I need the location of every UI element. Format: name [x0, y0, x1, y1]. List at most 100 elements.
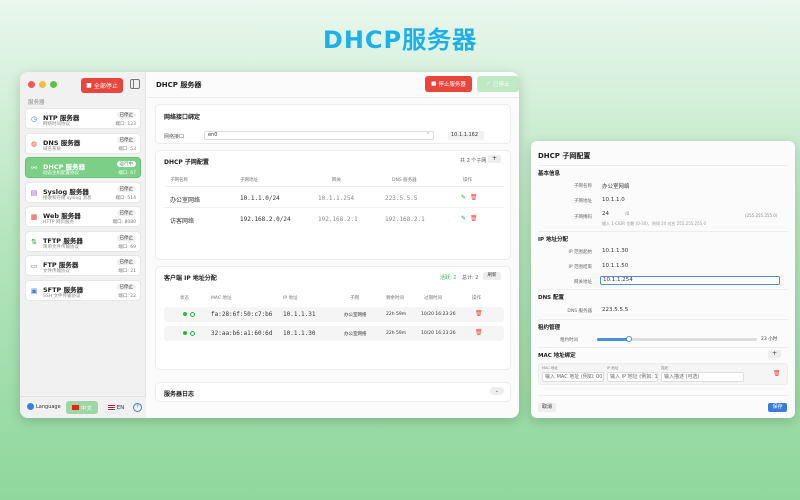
bind-mac-input[interactable]: 输入 MAC 地址 (例如: 00:1	[542, 372, 604, 382]
service-desc: 网络时间协议	[43, 122, 70, 127]
minimize-window-button[interactable]	[39, 81, 46, 88]
save-button[interactable]: 保存	[768, 403, 787, 412]
page-title: DHCP 服务器	[156, 81, 202, 89]
lease-expire: 10/20 16:23:26	[421, 331, 456, 336]
folder-icon: ▭	[30, 262, 38, 270]
cancel-button[interactable]: 取消	[538, 403, 556, 412]
trash-icon[interactable]: 🗑	[475, 310, 483, 317]
stop-all-button[interactable]: ■ 全部停止	[81, 78, 123, 93]
col-mac: MAC 地址	[211, 296, 232, 301]
service-desc: 简单文件传输协议	[43, 244, 79, 250]
service-desc: 动态主机配置协议	[43, 171, 79, 176]
sidebar-item-service[interactable]: ⚯ DHCP 服务器 动态主机配置协议 运行中 端口: 67	[25, 157, 141, 178]
lang-zh-button[interactable]: 中文	[66, 401, 98, 414]
chevron-down-icon[interactable]: ⌄	[490, 387, 504, 395]
check-circle-icon	[190, 311, 195, 317]
service-desc: 文件传输协议	[43, 269, 70, 274]
col-expire: 过期时间	[424, 296, 442, 301]
interface-ip: 10.1.1.162	[448, 131, 484, 140]
lock-icon: ▣	[30, 286, 38, 295]
globe-icon	[27, 403, 34, 410]
binding-row: MAC 地址 IP 地址 描述 输入 MAC 地址 (例如: 00:1 输入 I…	[538, 363, 788, 385]
lease-subnet: 办公室网络	[344, 313, 367, 318]
language-label: Language	[27, 403, 61, 410]
subnet-config-window: DHCP 子网配置 基本信息 子网名称 办公室网络 子网地址 10.1.1.0 …	[531, 141, 795, 418]
interface-header: 网络接口绑定	[164, 114, 201, 121]
add-binding-button[interactable]: +	[768, 350, 781, 358]
help-icon[interactable]: ?	[133, 403, 142, 412]
status-badge: 运行中	[116, 161, 136, 167]
sidebar-item-service[interactable]: ▭ FTP 服务器 文件传输协议 已停止 端口: 21	[25, 255, 141, 276]
sidebar-toggle-icon[interactable]	[130, 79, 140, 89]
sidebar-item-service[interactable]: ◍ DNS 服务器 域名系统 已停止 端口: 53	[25, 132, 141, 154]
interface-select[interactable]: en0	[204, 131, 434, 140]
sidebar-item-service[interactable]: ▦ Web 服务器 HTTP 网页服务 已停止 端口: 8080	[25, 206, 141, 227]
status-badge: 已停止	[116, 210, 136, 216]
service-desc: 域名系统	[43, 146, 61, 152]
refresh-button[interactable]: 刷新	[483, 272, 501, 280]
lease-slider[interactable]	[597, 336, 757, 342]
close-window-button[interactable]	[28, 81, 35, 88]
trash-icon[interactable]: 🗑	[773, 370, 781, 377]
range-start-field[interactable]: 10.1.1.30	[602, 248, 628, 254]
slider-knob[interactable]	[626, 336, 632, 342]
lease-row: 32:aa:b6:a1:60:6d 10.1.1.30 办公室网络 22h 59…	[164, 326, 504, 341]
subnet-row-name: 办公室网络	[170, 197, 201, 204]
status-badge: 已停止	[116, 112, 136, 118]
mask-label: 子网掩码	[574, 215, 592, 220]
trash-icon[interactable]: 🗑	[475, 329, 483, 336]
range-end-field[interactable]: 10.1.1.50	[602, 263, 628, 269]
sidebar-item-service[interactable]: ▣ SFTP 服务器 SSH 文件传输协议 已停止 端口: 22	[25, 279, 141, 301]
gateway-input[interactable]: 10.1.1.254	[600, 276, 780, 285]
status-badge: 已停止	[116, 234, 136, 241]
status-badge: 已停止	[116, 185, 136, 192]
subnet-name-field[interactable]: 办公室网络	[602, 182, 630, 190]
hero-title: DHCP服务器	[322, 26, 478, 54]
edit-icon[interactable]: ✎	[461, 194, 466, 201]
zoom-window-button[interactable]	[50, 81, 57, 88]
online-dot-icon	[183, 331, 187, 335]
lease-mac: 32:aa:b6:a1:60:6d	[211, 330, 273, 337]
col-remain: 剩余时间	[386, 296, 404, 301]
bind-ip-input[interactable]: 输入 IP 地址 (例如: 192	[607, 372, 658, 382]
leases-card: 客户端 IP 地址分配 活跃: 2 总计: 2 刷新 状态 MAC 地址 IP …	[155, 266, 511, 370]
log-card[interactable]: 服务器日志 ⌄	[155, 382, 511, 402]
main-content: DHCP 服务器 ■ 停止服务器 ✓ 已停止 网络接口绑定 网络接口 en0 1…	[147, 72, 519, 418]
lease-remain: 22h 59m	[386, 331, 407, 336]
dns-field[interactable]: 223.5.5.5	[602, 307, 628, 313]
dialog-title: DHCP 子网配置	[538, 152, 591, 160]
sidebar-item-service[interactable]: ⇅ TFTP 服务器 简单文件传输协议 已停止 端口: 69	[25, 230, 141, 252]
add-subnet-button[interactable]: +	[488, 155, 501, 163]
lease-subnet: 办公室网络	[344, 332, 367, 337]
lang-en-button[interactable]: EN	[102, 401, 130, 414]
sidebar-item-service[interactable]: ◷ NTP 服务器 网络时间协议 已停止 端口: 123	[25, 108, 141, 129]
lease-expire: 10/20 16:23:26	[421, 312, 456, 317]
lease-mac: fa:28:6f:50:c7:b6	[211, 311, 273, 318]
network-icon: ⚯	[31, 164, 37, 172]
col-ip: IP 地址	[283, 296, 298, 301]
service-desc: 接收和存储 syslog 消息	[43, 195, 92, 201]
lease-ip: 10.1.1.30	[283, 330, 316, 337]
subnet-row-addr: 192.168.2.0/24	[240, 216, 291, 223]
mac-binding-section: MAC 地址绑定	[538, 353, 576, 359]
dns-section: DNS 配置	[538, 295, 565, 301]
col-subnet-addr: 子网地址	[240, 178, 258, 183]
check-icon: ✓	[486, 81, 492, 87]
web-icon: ▦	[30, 213, 38, 221]
mask-sep: /0	[625, 212, 630, 217]
trash-icon[interactable]: 🗑	[470, 194, 478, 201]
trash-icon[interactable]: 🗑	[470, 215, 478, 222]
stopped-button[interactable]: ✓ 已停止	[477, 76, 519, 92]
bind-desc-input[interactable]: 输入描述 (可选)	[661, 372, 744, 382]
cn-flag-icon	[71, 405, 79, 410]
sidebar-item-service[interactable]: ▤ Syslog 服务器 接收和存储 syslog 消息 已停止 端口: 514	[25, 181, 141, 203]
subnet-addr-field[interactable]: 10.1.1.0	[602, 197, 625, 203]
service-desc: SSH 文件传输协议	[43, 293, 81, 299]
edit-icon[interactable]: ✎	[461, 215, 466, 222]
mask-field[interactable]: 24	[602, 211, 609, 217]
log-header: 服务器日志	[164, 391, 195, 398]
stop-server-button[interactable]: ■ 停止服务器	[425, 76, 472, 92]
service-port: 端口: 8080	[112, 220, 136, 225]
subnet-card: DHCP 子网配置 共 2 个子网 + 子网名称 子网地址 网关 DNS 服务器…	[155, 150, 511, 260]
subnet-row-gateway: 10.1.1.254	[318, 195, 355, 202]
